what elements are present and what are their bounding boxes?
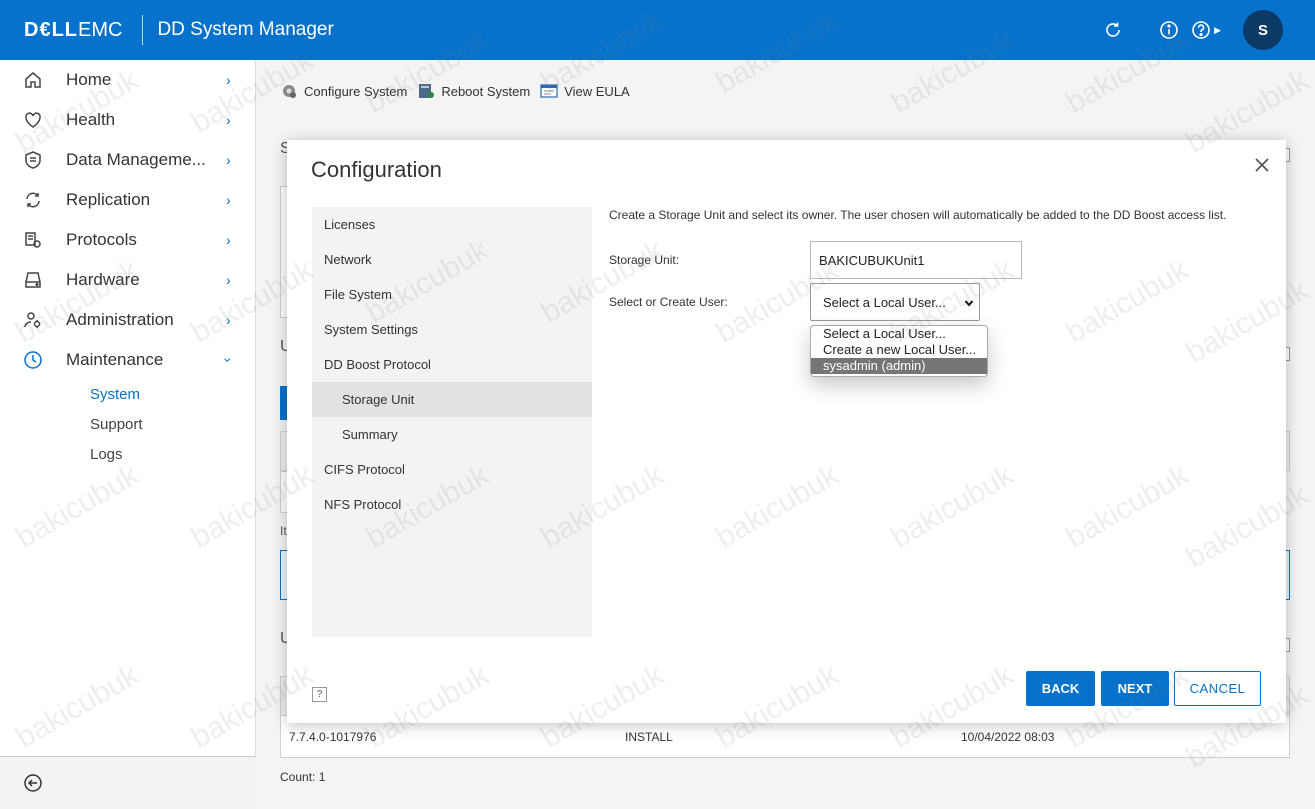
sync-icon <box>22 189 44 211</box>
back-button[interactable]: BACK <box>1026 671 1095 706</box>
sidebar-subitem-system[interactable]: System <box>90 386 140 403</box>
drive-icon <box>22 269 44 291</box>
step-licenses[interactable]: Licenses <box>312 207 592 242</box>
sidebar-item-health[interactable]: Health › <box>0 100 256 140</box>
user-select-dropdown: Select a Local User... Create a new Loca… <box>810 325 988 377</box>
sidebar-footer <box>0 756 256 809</box>
brand-divider <box>142 15 144 45</box>
chevron-right-icon: › <box>226 72 231 88</box>
dialog-title: Configuration <box>311 157 442 182</box>
dell-emc-logo: D€LLEMC <box>24 18 123 41</box>
info-icon[interactable] <box>1158 19 1180 41</box>
sidebar-item-maintenance[interactable]: Maintenance › <box>0 340 256 380</box>
chevron-right-icon: › <box>226 272 231 288</box>
view-eula-label: View EULA <box>564 83 630 99</box>
step-cifs-protocol[interactable]: CIFS Protocol <box>312 452 592 487</box>
row-count: Count: 1 <box>280 770 326 784</box>
step-network[interactable]: Network <box>312 242 592 277</box>
sidebar-item-label: Data Manageme... <box>66 150 206 169</box>
chevron-right-icon: › <box>226 232 231 248</box>
user-option[interactable]: Create a new Local User... <box>811 342 987 358</box>
collapse-sidebar-icon[interactable] <box>23 773 43 793</box>
app-title: DD System Manager <box>157 19 334 40</box>
chevron-right-icon: › <box>226 192 231 208</box>
sidebar-item-home[interactable]: Home › <box>0 60 256 100</box>
heart-icon <box>22 109 44 131</box>
admin-user-icon <box>22 309 44 331</box>
sidebar-subitem-logs[interactable]: Logs <box>90 446 123 463</box>
next-button[interactable]: NEXT <box>1101 671 1169 706</box>
cancel-button[interactable]: CANCEL <box>1174 671 1261 706</box>
upgrade-action-cell: INSTALL <box>625 730 673 744</box>
step-summary[interactable]: Summary <box>312 417 592 452</box>
sidebar-item-label: Home <box>66 70 112 89</box>
upgrade-version-cell: 7.7.4.0-1017976 <box>289 730 377 744</box>
user-select-value: Select a Local User... <box>823 294 946 310</box>
reboot-system-label: Reboot System <box>441 83 531 99</box>
system-toolbar: Configure System Reboot System View EULA <box>280 82 640 100</box>
step-nfs-protocol[interactable]: NFS Protocol <box>312 487 592 522</box>
user-select-label: Select or Create User: <box>609 295 728 309</box>
chevron-down-icon <box>964 300 974 307</box>
step-description: Create a Storage Unit and select its own… <box>609 208 1227 222</box>
sidebar-item-data-management[interactable]: Data Manageme... › <box>0 140 256 180</box>
help-icon[interactable] <box>1190 19 1212 41</box>
sidebar-item-label: Administration <box>66 310 174 329</box>
close-icon[interactable] <box>1253 156 1271 174</box>
sidebar-item-label: Replication <box>66 190 151 209</box>
chevron-right-icon: › <box>226 312 231 328</box>
step-system-settings[interactable]: System Settings <box>312 312 592 347</box>
protocols-icon <box>22 229 44 251</box>
sidebar-subitem-support[interactable]: Support <box>90 416 143 433</box>
reboot-system-button[interactable]: Reboot System <box>417 82 530 100</box>
sidebar: Home › Health › Data Manageme... › Repli… <box>0 60 256 809</box>
sidebar-item-replication[interactable]: Replication › <box>0 180 256 220</box>
sidebar-item-label: Maintenance <box>66 350 164 369</box>
user-option[interactable]: Select a Local User... <box>811 326 987 342</box>
wizard-steps: Licenses Network File System System Sett… <box>312 207 592 637</box>
top-header: D€LLEMC DD System Manager ▶ S <box>0 0 1315 60</box>
sidebar-item-hardware[interactable]: Hardware › <box>0 260 256 300</box>
sidebar-item-label: Protocols <box>66 230 137 249</box>
clock-icon <box>22 349 44 371</box>
user-option-selected[interactable]: sysadmin (admin) <box>811 358 987 374</box>
shield-icon <box>22 149 44 171</box>
chevron-right-icon: › <box>226 112 231 128</box>
section-text-fragment: It <box>280 524 287 538</box>
chevron-right-icon: › <box>226 152 231 168</box>
refresh-icon[interactable] <box>1102 19 1124 41</box>
document-icon <box>540 84 558 98</box>
sidebar-item-label: Health <box>66 110 116 129</box>
help-menu[interactable]: ▶ <box>1180 19 1221 41</box>
upgrade-date-cell: 10/04/2022 08:03 <box>961 730 1055 744</box>
sidebar-item-administration[interactable]: Administration › <box>0 300 256 340</box>
sidebar-item-protocols[interactable]: Protocols › <box>0 220 256 260</box>
configuration-dialog: Configuration Licenses Network File Syst… <box>287 140 1286 723</box>
brand: D€LLEMC DD System Manager <box>24 15 334 45</box>
caret-right-icon: ▶ <box>1214 24 1221 35</box>
storage-unit-label: Storage Unit: <box>609 253 680 267</box>
server-reboot-icon <box>419 84 435 98</box>
step-file-system[interactable]: File System <box>312 277 592 312</box>
chevron-down-icon: › <box>220 357 237 363</box>
user-avatar[interactable]: S <box>1243 10 1283 50</box>
configure-system-button[interactable]: Configure System <box>280 82 407 100</box>
step-storage-unit[interactable]: Storage Unit <box>312 382 592 417</box>
step-dd-boost-protocol[interactable]: DD Boost Protocol <box>312 347 592 382</box>
home-icon <box>22 69 44 91</box>
help-button[interactable]: ? <box>312 687 327 702</box>
sidebar-item-label: Hardware <box>66 270 140 289</box>
user-select[interactable]: Select a Local User... <box>810 283 980 321</box>
header-actions: ▶ S <box>1088 0 1315 60</box>
gear-icon <box>283 85 296 98</box>
configure-system-label: Configure System <box>304 83 408 99</box>
storage-unit-input[interactable] <box>810 241 1022 279</box>
view-eula-button[interactable]: View EULA <box>540 82 630 100</box>
